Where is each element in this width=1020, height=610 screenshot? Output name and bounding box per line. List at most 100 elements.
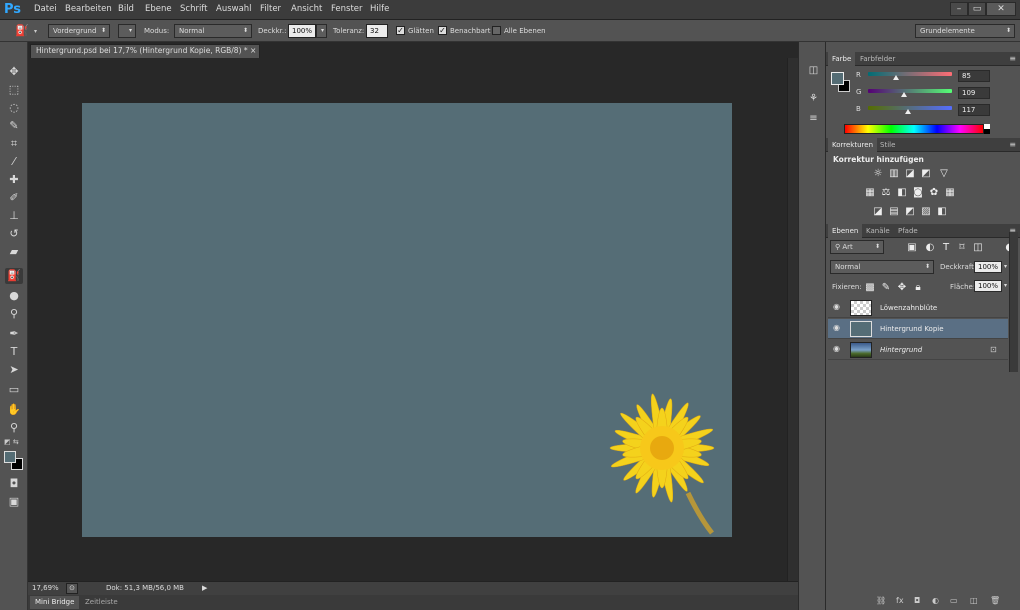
tab-timeline[interactable]: Zeitleiste <box>80 596 123 609</box>
quick-select-tool-icon[interactable]: ✎ <box>5 118 23 134</box>
pattern-picker[interactable]: ▾ <box>118 24 136 38</box>
marquee-tool-icon[interactable]: ⬚ <box>5 82 23 98</box>
lock-all-icon[interactable]: 🔒︎ <box>912 282 924 293</box>
link-layers-icon[interactable]: ⛓ <box>876 596 886 605</box>
new-layer-icon[interactable]: ◫ <box>970 596 978 605</box>
healing-brush-tool-icon[interactable]: ✚ <box>5 172 23 188</box>
brightness-icon[interactable]: ☼ <box>872 168 884 179</box>
lock-transparency-icon[interactable]: ▩ <box>864 282 876 293</box>
photo-filter-icon[interactable]: ◙ <box>912 187 924 198</box>
tab-channels[interactable]: Kanäle <box>862 224 894 238</box>
foreground-color-swatch[interactable] <box>4 451 16 463</box>
tab-paths[interactable]: Pfade <box>894 224 922 238</box>
channel-b-value[interactable]: 117 <box>958 104 990 116</box>
history-panel-icon[interactable]: ◫ <box>806 64 821 78</box>
tab-swatches[interactable]: Farbfelder <box>856 52 899 66</box>
layer-row[interactable]: ◉ Hintergrund ⊡ <box>828 340 1008 360</box>
new-group-icon[interactable]: ▭ <box>950 596 958 605</box>
lasso-tool-icon[interactable]: ◌ <box>5 100 23 116</box>
tab-styles[interactable]: Stile <box>876 138 899 152</box>
channel-r-value[interactable]: 85 <box>958 70 990 82</box>
default-colors-icon[interactable]: ◩ ⇆ <box>4 438 19 446</box>
opacity-dropdown[interactable]: ▾ <box>316 24 327 38</box>
menu-ansicht[interactable]: Ansicht <box>291 4 322 14</box>
status-icon[interactable]: ⊙ <box>66 583 78 594</box>
path-select-tool-icon[interactable]: ➤ <box>5 362 23 378</box>
levels-icon[interactable]: ▥ <box>888 168 900 179</box>
type-tool-icon[interactable]: T <box>5 344 23 360</box>
tab-adjustments[interactable]: Korrekturen <box>828 138 878 152</box>
eye-icon[interactable]: ◉ <box>833 302 840 311</box>
tool-presets-icon[interactable]: ⚘ <box>806 92 821 106</box>
add-mask-icon[interactable]: ◘ <box>914 596 920 605</box>
menu-filter[interactable]: Filter <box>260 4 281 14</box>
hue-saturation-icon[interactable]: ▦ <box>864 187 876 198</box>
crop-tool-icon[interactable]: ⌗ <box>5 136 23 152</box>
brush-panel-icon[interactable]: ≡ <box>806 112 821 126</box>
chevron-down-icon[interactable]: ▾ <box>1004 282 1007 289</box>
layer-style-icon[interactable]: fx <box>896 596 904 605</box>
restore-button[interactable]: ▭ <box>968 2 986 16</box>
vertical-scrollbar[interactable] <box>787 58 798 581</box>
layer-opacity-input[interactable]: 100% <box>974 261 1002 273</box>
threshold-icon[interactable]: ◩ <box>904 206 916 217</box>
move-tool-icon[interactable]: ✥ <box>5 64 23 80</box>
filter-type-icon[interactable]: T <box>940 242 952 253</box>
menu-schrift[interactable]: Schrift <box>180 4 208 14</box>
menu-datei[interactable]: Datei <box>34 4 57 14</box>
hand-tool-icon[interactable]: ✋ <box>5 402 23 418</box>
color-spectrum-bar[interactable] <box>844 124 984 134</box>
contiguous-checkbox[interactable]: ✓ <box>438 26 447 35</box>
status-menu-arrow-icon[interactable]: ▶ <box>202 584 207 592</box>
gradient-map-icon[interactable]: ▨ <box>920 206 932 217</box>
eye-icon[interactable]: ◉ <box>833 323 840 332</box>
workspace-select[interactable]: Grundelemente ⬍ <box>915 24 1015 38</box>
canvas[interactable] <box>82 103 732 537</box>
fill-source-select[interactable]: Vordergrund ⬍ <box>48 24 110 38</box>
menu-hilfe[interactable]: Hilfe <box>370 4 389 14</box>
selective-color-icon[interactable]: ◧ <box>936 206 948 217</box>
all-layers-checkbox[interactable] <box>492 26 501 35</box>
clone-stamp-tool-icon[interactable]: ⊥ <box>5 208 23 224</box>
layer-filter-select[interactable]: ⚲ Art ⬍ <box>830 240 884 254</box>
fill-input[interactable]: 100% <box>974 280 1002 292</box>
tolerance-input[interactable]: 32 <box>366 24 388 38</box>
channel-g-knob[interactable] <box>901 92 907 97</box>
blur-tool-icon[interactable]: ● <box>5 288 23 304</box>
menu-ebene[interactable]: Ebene <box>145 4 172 14</box>
channel-g-slider[interactable] <box>868 89 952 93</box>
posterize-icon[interactable]: ▤ <box>888 206 900 217</box>
invert-icon[interactable]: ◪ <box>872 206 884 217</box>
channel-mixer-icon[interactable]: ✿ <box>928 187 940 198</box>
eraser-tool-icon[interactable]: ▰ <box>5 244 23 260</box>
minimize-button[interactable]: – <box>950 2 968 16</box>
opacity-input[interactable]: 100% <box>288 24 316 38</box>
filter-shape-icon[interactable]: ⌑ <box>956 242 968 253</box>
document-tab[interactable]: Hintergrund.psd bei 17,7% (Hintergrund K… <box>30 44 260 58</box>
eyedropper-tool-icon[interactable]: ⁄ <box>5 154 23 170</box>
shape-tool-icon[interactable]: ▭ <box>5 382 23 398</box>
curves-icon[interactable]: ◪ <box>904 168 916 179</box>
pen-tool-icon[interactable]: ✒ <box>5 326 23 342</box>
menu-bearbeiten[interactable]: Bearbeiten <box>65 4 112 14</box>
color-balance-icon[interactable]: ⚖ <box>880 187 892 198</box>
menu-bild[interactable]: Bild <box>118 4 134 14</box>
filter-pixel-icon[interactable]: ▣ <box>906 242 918 253</box>
zoom-tool-icon[interactable]: ⚲ <box>5 420 23 436</box>
mode-select[interactable]: Normal ⬍ <box>174 24 252 38</box>
lock-pixels-icon[interactable]: ✎ <box>880 282 892 293</box>
channel-g-value[interactable]: 109 <box>958 87 990 99</box>
exposure-icon[interactable]: ◩ <box>920 168 932 179</box>
screen-mode-icon[interactable]: ▣ <box>5 494 23 510</box>
color-lookup-icon[interactable]: ▦ <box>944 187 956 198</box>
menu-fenster[interactable]: Fenster <box>331 4 363 14</box>
zoom-level[interactable]: 17,69% <box>32 584 59 592</box>
adjustment-layer-icon[interactable]: ◐ <box>932 596 939 605</box>
panel-menu-icon[interactable]: ≡ <box>1009 140 1016 149</box>
dodge-tool-icon[interactable]: ⚲ <box>5 306 23 322</box>
close-button[interactable]: ✕ <box>986 2 1016 16</box>
close-icon[interactable]: × <box>250 46 256 55</box>
vibrance-icon[interactable]: ▽ <box>938 168 950 179</box>
delete-layer-icon[interactable]: 🗑︎ <box>990 596 1000 605</box>
quick-mask-icon[interactable]: ◘ <box>5 476 23 492</box>
